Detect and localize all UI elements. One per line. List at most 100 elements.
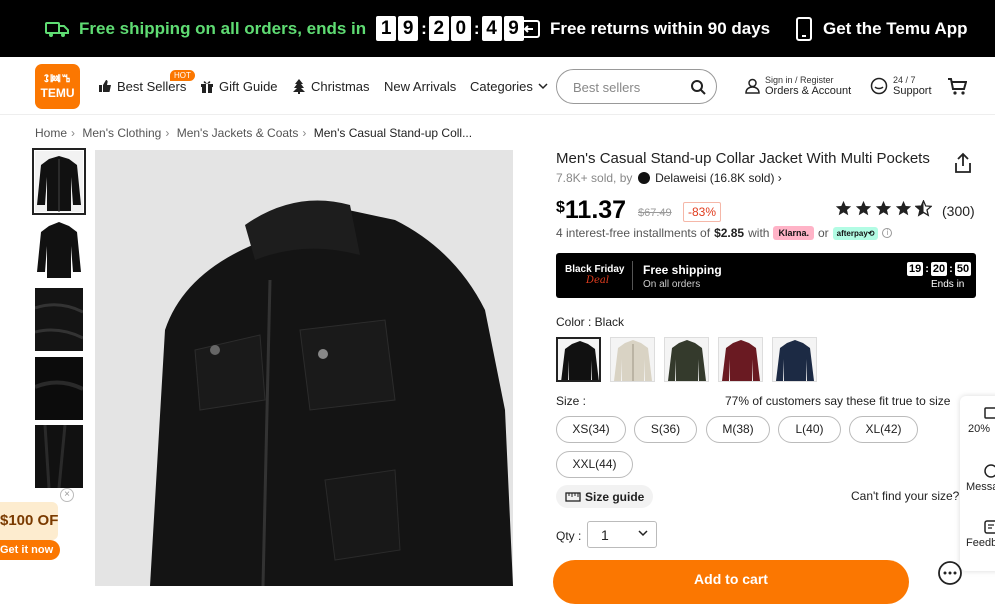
support-label: Support — [893, 85, 932, 97]
chat-icon — [870, 77, 888, 95]
klarna-badge[interactable]: Klarna. — [773, 226, 814, 240]
swatch-beige[interactable] — [610, 337, 655, 382]
fit-info: 77% of customers say these fit true to s… — [725, 394, 951, 408]
cant-find-size-link[interactable]: Can't find your size? — [851, 489, 959, 503]
support-small-label: 24 / 7 — [893, 75, 916, 85]
discount-badge: -83% — [683, 202, 722, 222]
swatch-army-green[interactable] — [664, 337, 709, 382]
logo-glyphs: ꕘꔞꕰ — [43, 74, 72, 85]
seller-logo-icon — [637, 172, 650, 184]
nav-gift-guide[interactable]: Gift Guide — [200, 57, 278, 115]
thumbnail-5[interactable] — [35, 425, 83, 488]
installments-or: or — [817, 226, 829, 240]
app-banner[interactable]: Get the Temu App — [795, 0, 968, 57]
swatch-navy[interactable] — [772, 337, 817, 382]
thumbnail-4[interactable] — [35, 357, 83, 420]
breadcrumb-jackets[interactable]: Men's Jackets & Coats — [177, 126, 299, 140]
side-discount[interactable]: 20% — [965, 406, 995, 435]
qty-select[interactable]: 1 — [587, 521, 657, 548]
close-icon[interactable]: × — [60, 488, 74, 502]
breadcrumb-mens-clothing[interactable]: Men's Clothing — [82, 126, 161, 140]
chevron-down-icon — [638, 530, 648, 537]
qty-value: 1 — [601, 527, 609, 543]
return-icon — [518, 19, 540, 38]
side-feedback-label: Feedback — [966, 537, 995, 549]
countdown-digit: 2 — [428, 16, 449, 41]
bf-hours: 19 — [907, 262, 924, 276]
product-main-image[interactable] — [95, 150, 513, 586]
share-icon[interactable] — [953, 152, 973, 174]
size-option-m[interactable]: M(38) — [706, 416, 770, 443]
breadcrumb: Home › Men's Clothing › Men's Jackets & Co… — [35, 126, 472, 140]
countdown-digit: 9 — [398, 16, 419, 41]
breadcrumb-separator: › — [165, 126, 170, 140]
nav-categories[interactable]: Categories — [470, 57, 548, 115]
swatch-black[interactable] — [556, 337, 601, 382]
thumbnail-3[interactable] — [35, 288, 83, 351]
side-messages[interactable]: Messages — [965, 464, 995, 493]
size-option-xxl[interactable]: XXL(44) — [556, 451, 633, 478]
countdown-digit: 4 — [481, 16, 502, 41]
account-label: Orders & Account — [765, 85, 852, 97]
installments-text: 4 interest-free installments of — [556, 226, 711, 240]
add-to-cart-button[interactable]: Add to cart — [553, 560, 909, 604]
star-icon — [875, 200, 892, 216]
star-icon — [855, 200, 872, 216]
coupon-promo[interactable]: × $100 OFF Get it now — [0, 488, 74, 560]
seller-link[interactable]: Delaweisi (16.8K sold) › — [655, 171, 782, 185]
side-feedback[interactable]: Feedback — [965, 520, 995, 549]
account-menu[interactable]: Sign in / Register Orders & Account — [745, 57, 851, 115]
installments-with: with — [748, 226, 770, 240]
countdown-digit: 0 — [450, 16, 471, 41]
review-count[interactable]: (300) — [942, 203, 975, 219]
price: $11.37 — [556, 196, 626, 225]
size-option-xs[interactable]: XS(34) — [556, 416, 626, 443]
nav-best-sellers[interactable]: Best Sellers — [98, 57, 186, 115]
star-icon — [835, 200, 852, 216]
bf-title: Free shipping — [643, 263, 722, 277]
info-icon[interactable]: i — [882, 228, 893, 238]
breadcrumb-home[interactable]: Home — [35, 126, 67, 140]
star-rating[interactable] — [835, 200, 932, 217]
returns-text: Free returns within 90 days — [550, 18, 771, 38]
thumbnail-1[interactable] — [32, 148, 86, 215]
temu-logo[interactable]: ꕘꔞꕰ TEMU — [35, 64, 80, 109]
original-price: $67.49 — [638, 207, 672, 219]
message-icon — [984, 464, 995, 478]
swatch-burgundy[interactable] — [718, 337, 763, 382]
thumbnail-2[interactable] — [35, 220, 83, 280]
thumbs-up-icon — [99, 80, 111, 92]
afterpay-badge[interactable]: afterpay⟲ — [832, 226, 879, 240]
half-star-icon — [915, 200, 932, 217]
star-icon — [895, 200, 912, 216]
shipping-banner[interactable]: Free shipping on all orders, ends in 1 9… — [45, 0, 526, 57]
search-placeholder: Best sellers — [573, 80, 641, 95]
product-title: Men's Casual Stand-up Collar Jacket With… — [556, 150, 930, 167]
sold-count: 7.8K+ sold, by — [556, 171, 633, 185]
size-option-s[interactable]: S(36) — [634, 416, 697, 443]
size-option-l[interactable]: L(40) — [778, 416, 841, 443]
size-option-xl[interactable]: XL(42) — [849, 416, 918, 443]
bf-badge-script: Deal — [586, 275, 610, 286]
countdown-colon: : — [421, 18, 427, 38]
coupon-amount: $100 OFF — [0, 502, 58, 540]
nav-christmas[interactable]: Christmas — [292, 57, 370, 115]
black-friday-banner: Black Friday Deal Free shipping On all o… — [556, 253, 976, 298]
search-input[interactable]: Best sellers — [556, 69, 717, 104]
installments-info: 4 interest-free installments of $2.85 wi… — [556, 226, 893, 240]
search-icon[interactable] — [690, 79, 706, 95]
coupon-cta[interactable]: Get it now — [0, 540, 60, 560]
shipping-text: Free shipping on all orders, ends in — [79, 18, 367, 38]
color-label: Color : Black — [556, 315, 625, 329]
gift-icon — [201, 81, 213, 93]
nav-new-arrivals[interactable]: New Arrivals — [384, 57, 456, 115]
returns-banner[interactable]: Free returns within 90 days — [518, 0, 770, 57]
top-countdown: 1 9 : 2 0 : 4 9 — [376, 16, 525, 41]
breadcrumb-separator: › — [71, 126, 76, 140]
nav-label: Gift Guide — [219, 78, 278, 94]
support-menu[interactable]: 24 / 7 Support — [870, 57, 932, 115]
cart-icon[interactable] — [947, 78, 967, 96]
logo-text: TEMU — [40, 86, 75, 100]
size-guide-button[interactable]: Size guide — [556, 485, 654, 508]
installment-amount: $2.85 — [714, 226, 745, 240]
